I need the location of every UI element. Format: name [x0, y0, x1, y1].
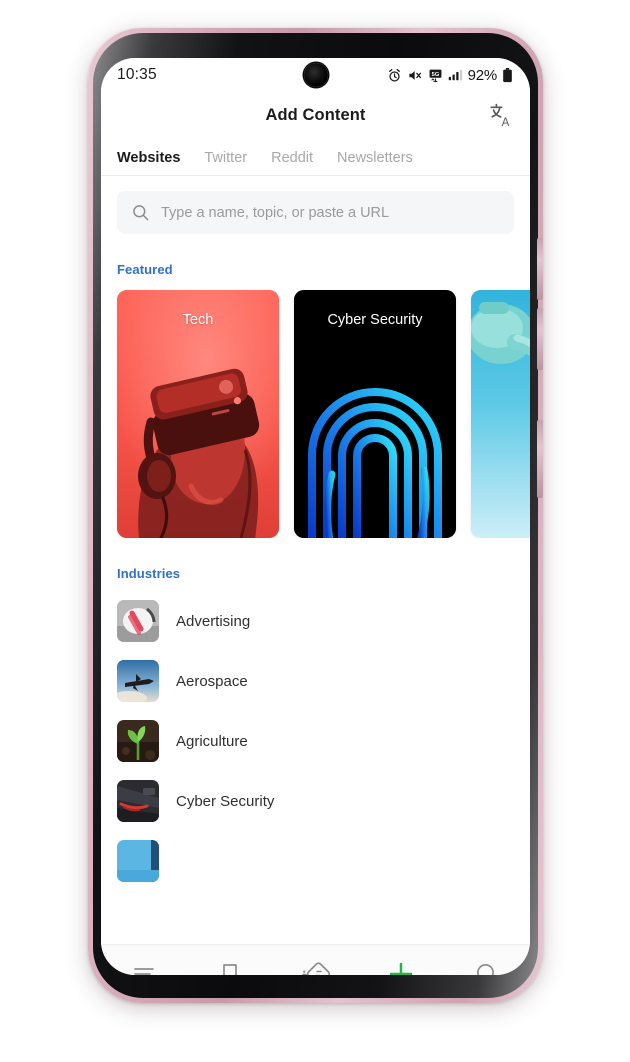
svg-text:5G: 5G — [431, 71, 439, 77]
signal-bars-icon — [448, 69, 462, 81]
industry-label-advertising: Advertising — [176, 612, 251, 630]
battery-percent-label: 92% — [467, 66, 498, 84]
featured-card-cyber-security-label: Cyber Security — [327, 312, 423, 328]
industry-label-agriculture: Agriculture — [176, 732, 248, 750]
volume-down-button[interactable] — [537, 308, 543, 370]
battery-icon — [503, 67, 512, 82]
advertising-thumbnail — [117, 600, 159, 642]
svg-text:A: A — [502, 117, 510, 128]
industry-row-agriculture[interactable]: Agriculture — [101, 711, 530, 771]
page-title: Add Content — [265, 105, 366, 124]
translate-button[interactable]: A — [484, 98, 518, 132]
mute-icon — [408, 70, 421, 80]
featured-card-teapot-label: M — [471, 312, 530, 328]
featured-section-title: Featured — [117, 262, 173, 277]
bookmark-icon — [222, 963, 237, 975]
status-icons-group: 5G 92% — [387, 67, 513, 84]
industry-label-cyber-security: Cyber Security — [176, 792, 275, 810]
industries-list: Advertising Aerospace Agriculture Cyber … — [101, 581, 530, 891]
add-icon — [390, 962, 413, 975]
industry-row-partial[interactable] — [101, 831, 530, 891]
tab-newsletters[interactable]: Newsletters — [337, 150, 413, 175]
translate-icon: A — [490, 103, 510, 128]
tab-websites[interactable]: Websites — [117, 150, 180, 175]
search-icon — [133, 205, 149, 221]
tab-twitter[interactable]: Twitter — [204, 150, 247, 175]
app-header: Add Content A — [101, 92, 530, 138]
industry-row-cyber-security[interactable]: Cyber Security — [101, 771, 530, 831]
volume-up-button[interactable] — [537, 238, 543, 300]
status-time: 10:35 — [117, 66, 157, 83]
featured-carousel[interactable]: Tech Cyber Security — [101, 277, 530, 538]
featured-card-cyber-security[interactable]: Cyber Security — [294, 290, 456, 538]
alarm-icon — [388, 68, 400, 82]
search-box[interactable] — [117, 191, 514, 234]
agriculture-thumbnail — [117, 720, 159, 762]
board-icon — [302, 961, 331, 975]
industries-section-title: Industries — [117, 566, 181, 581]
feed-icon — [134, 967, 154, 975]
tab-reddit[interactable]: Reddit — [271, 150, 313, 175]
tab-bar: Websites Twitter Reddit Newsletters — [101, 138, 530, 176]
aerospace-thumbnail — [117, 660, 159, 702]
power-button[interactable] — [537, 420, 543, 498]
partial-thumbnail — [117, 840, 159, 882]
search-section — [101, 176, 530, 234]
nav-bookmark-button[interactable] — [204, 953, 256, 975]
featured-card-tech-label: Tech — [182, 312, 214, 328]
5g-icon: 5G — [429, 69, 441, 82]
phone-screen: 10:35 5G 92% Add Content A Websites Twit… — [101, 58, 530, 975]
featured-card-teapot[interactable]: M — [471, 290, 530, 538]
industry-row-advertising[interactable]: Advertising — [101, 591, 530, 651]
search-input[interactable] — [161, 204, 500, 221]
nav-search-button[interactable] — [461, 953, 513, 975]
industry-label-aerospace: Aerospace — [176, 672, 248, 690]
nav-feed-button[interactable] — [118, 953, 170, 976]
front-camera-punch-hole — [303, 63, 328, 87]
nav-board-button[interactable] — [289, 953, 341, 975]
industry-row-aerospace[interactable]: Aerospace — [101, 651, 530, 711]
search-icon — [477, 963, 495, 975]
content-scroll-area[interactable]: Featured — [101, 176, 530, 944]
featured-card-tech[interactable]: Tech — [117, 290, 279, 538]
nav-add-button[interactable] — [375, 953, 427, 975]
status-bar: 10:35 5G 92% — [101, 58, 530, 92]
bottom-navigation-bar — [101, 944, 530, 975]
cyber-security-thumbnail — [117, 780, 159, 822]
